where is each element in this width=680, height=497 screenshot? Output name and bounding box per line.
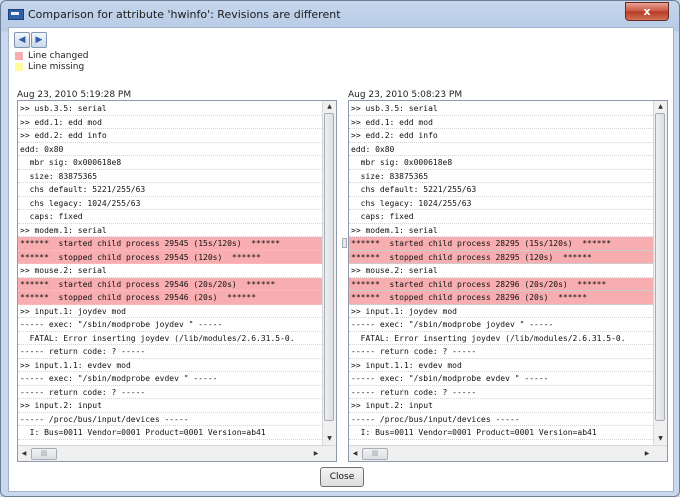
diff-line: ----- exec: "/sbin/modprobe joydev " ---…: [18, 318, 322, 332]
scroll-right-icon[interactable]: ▶: [641, 446, 653, 461]
diff-line: I: Bus=0011 Vendor=0001 Product=0001 Ver…: [349, 426, 653, 440]
diff-line: >> edd.1: edd mod: [349, 116, 653, 129]
comparison-dialog: Comparison for attribute 'hwinfo': Revis…: [0, 0, 680, 497]
diff-line: ----- return code: ? -----: [18, 345, 322, 359]
diff-line: size: 83875365: [18, 170, 322, 183]
diff-line: >> input.1.1: evdev mod: [18, 359, 322, 372]
diff-line-changed: ****** stopped child process 29546 (20s)…: [18, 291, 322, 305]
diff-line: mbr sig: 0x000618e8: [349, 156, 653, 170]
scroll-down-icon[interactable]: ▼: [654, 433, 667, 445]
diff-line: edd: 0x80: [349, 143, 653, 156]
diff-line-changed: ****** stopped child process 28296 (20s)…: [349, 291, 653, 305]
diff-line: mbr sig: 0x000618e8: [18, 156, 322, 170]
dialog-body: ◀ ▶ Line changed Line missing Aug 23, 20…: [8, 27, 674, 492]
diff-line: ----- exec: "/sbin/modprobe evdev " ----…: [18, 372, 322, 386]
right-lines: >> usb.3.5: serial >> edd.1: edd mod >> ed…: [349, 102, 653, 440]
diff-line: ----- /proc/bus/input/devices -----: [18, 413, 322, 426]
left-vertical-scrollbar[interactable]: ▲ ▼: [322, 101, 336, 445]
diff-line: >> edd.2: edd info: [349, 129, 653, 143]
scroll-right-icon[interactable]: ▶: [310, 446, 322, 461]
diff-line: >> mouse.2: serial: [18, 264, 322, 278]
diff-line: >> input.1.1: evdev mod: [349, 359, 653, 372]
diff-line-changed: ****** started child process 28296 (20s/…: [349, 277, 653, 291]
diff-next-icon[interactable]: ▶: [31, 32, 47, 48]
diff-prev-icon[interactable]: ◀: [14, 32, 30, 48]
diff-line: ----- return code: ? -----: [18, 386, 322, 399]
scroll-up-icon[interactable]: ▲: [654, 101, 667, 113]
right-revision-date: Aug 23, 2010 5:08:23 PM: [348, 90, 463, 100]
left-horizontal-scrollbar[interactable]: ◀ ||| ▶: [18, 445, 336, 461]
line-changed-swatch: [15, 52, 23, 60]
window-close-button[interactable]: x: [625, 2, 669, 21]
right-vertical-scrollbar[interactable]: ▲ ▼: [653, 101, 667, 445]
diff-line: ----- return code: ? -----: [349, 386, 653, 399]
diff-line: >> usb.3.5: serial: [349, 102, 653, 116]
left-revision-panel: Aug 23, 2010 5:19:28 PM >> usb.3.5: seri…: [17, 90, 337, 462]
diff-line: >> usb.3.5: serial: [18, 102, 322, 116]
diff-line: chs default: 5221/255/63: [18, 183, 322, 197]
diff-line: ----- /proc/bus/input/devices -----: [349, 413, 653, 426]
diff-line: edd: 0x80: [18, 143, 322, 156]
diff-line: >> modem.1: serial: [349, 224, 653, 237]
diff-line: ----- return code: ? -----: [349, 345, 653, 359]
right-diff-text-area[interactable]: >> usb.3.5: serial >> edd.1: edd mod >> ed…: [348, 100, 668, 462]
left-diff-text-area[interactable]: >> usb.3.5: serial >> edd.1: edd mod >> ed…: [17, 100, 337, 462]
line-missing-swatch: [15, 63, 23, 71]
diff-line-changed: ****** started child process 28295 (15s/…: [349, 237, 653, 251]
legend-line-changed: Line changed: [28, 51, 89, 61]
diff-line: >> edd.2: edd info: [18, 129, 322, 143]
left-lines: >> usb.3.5: serial >> edd.1: edd mod >> ed…: [18, 102, 322, 440]
diff-line: >> edd.1: edd mod: [18, 116, 322, 129]
panel-splitter[interactable]: [342, 238, 347, 248]
right-horizontal-scrollbar[interactable]: ◀ ||| ▶: [349, 445, 667, 461]
scroll-left-icon[interactable]: ◀: [18, 446, 30, 461]
scroll-up-icon[interactable]: ▲: [323, 101, 336, 113]
scroll-thumb[interactable]: [324, 113, 334, 421]
diff-line-changed: ****** started child process 29546 (20s/…: [18, 277, 322, 291]
diff-line: chs legacy: 1024/255/63: [18, 197, 322, 210]
diff-line: I: Bus=0011 Vendor=0001 Product=0001 Ver…: [18, 426, 322, 440]
diff-line: caps: fixed: [18, 210, 322, 224]
diff-line: chs default: 5221/255/63: [349, 183, 653, 197]
diff-line-changed: ****** stopped child process 28295 (120s…: [349, 250, 653, 264]
diff-line: size: 83875365: [349, 170, 653, 183]
diff-line: FATAL: Error inserting joydev (/lib/modu…: [349, 332, 653, 345]
scroll-thumb[interactable]: [655, 113, 665, 421]
close-button[interactable]: Close: [320, 467, 364, 487]
diff-line: >> input.2: input: [18, 399, 322, 413]
app-icon: [8, 9, 24, 20]
diff-line: caps: fixed: [349, 210, 653, 224]
diff-line: chs legacy: 1024/255/63: [349, 197, 653, 210]
diff-line: >> input.1: joydev mod: [18, 305, 322, 318]
window-title: Comparison for attribute 'hwinfo': Revis…: [28, 8, 341, 21]
diff-line: >> modem.1: serial: [18, 224, 322, 237]
diff-line: ----- exec: "/sbin/modprobe joydev " ---…: [349, 318, 653, 332]
diff-line: >> input.1: joydev mod: [349, 305, 653, 318]
title-bar[interactable]: Comparison for attribute 'hwinfo': Revis…: [1, 1, 679, 27]
scroll-thumb[interactable]: |||: [31, 448, 57, 460]
diff-line-changed: ****** stopped child process 29545 (120s…: [18, 250, 322, 264]
diff-line: ----- exec: "/sbin/modprobe evdev " ----…: [349, 372, 653, 386]
diff-line: >> input.2: input: [349, 399, 653, 413]
scroll-thumb[interactable]: |||: [362, 448, 388, 460]
diff-line: FATAL: Error inserting joydev (/lib/modu…: [18, 332, 322, 345]
right-revision-panel: Aug 23, 2010 5:08:23 PM >> usb.3.5: seri…: [348, 90, 668, 462]
legend-line-missing: Line missing: [28, 62, 85, 72]
diff-line-changed: ****** started child process 29545 (15s/…: [18, 237, 322, 251]
left-revision-date: Aug 23, 2010 5:19:28 PM: [17, 90, 132, 100]
scroll-left-icon[interactable]: ◀: [349, 446, 361, 461]
diff-line: >> mouse.2: serial: [349, 264, 653, 278]
scroll-down-icon[interactable]: ▼: [323, 433, 336, 445]
